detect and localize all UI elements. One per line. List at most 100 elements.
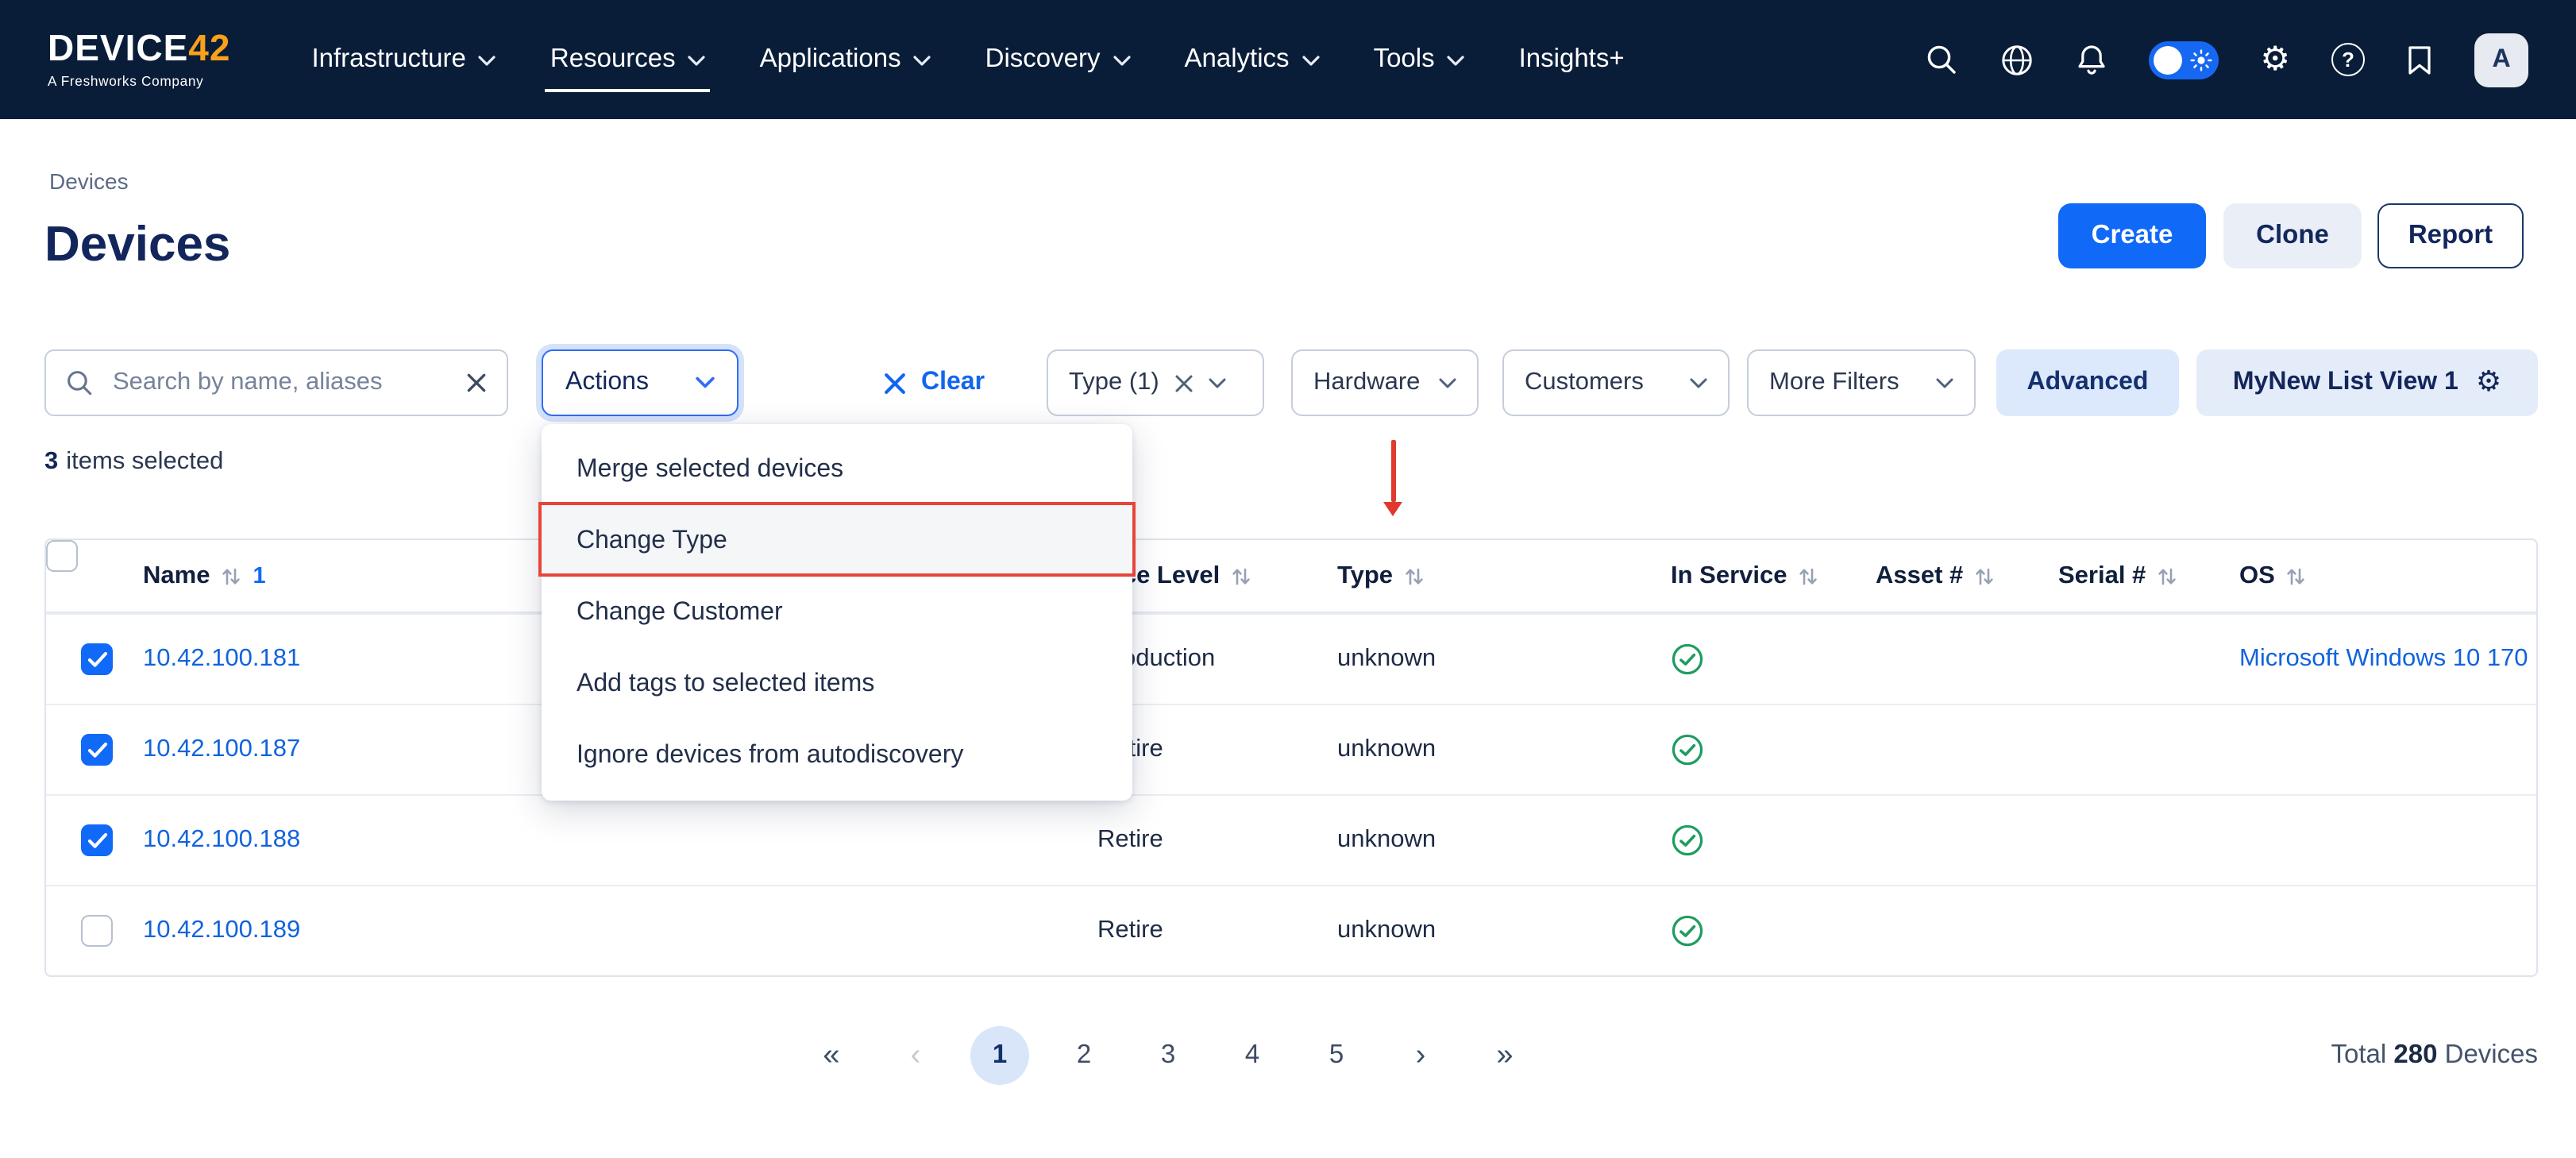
list-view-gear-icon[interactable]: ⚙	[2476, 369, 2501, 397]
search-icon	[65, 369, 94, 397]
hardware-filter-dropdown[interactable]: Hardware	[1291, 349, 1479, 416]
table-header-row: Name 1 Service Level Type In Service Ass…	[46, 540, 2536, 613]
search-box	[44, 349, 508, 416]
table-row: 10.42.100.181 Production unknown Microso…	[46, 613, 2536, 704]
menu-item-merge-selected-devices[interactable]: Merge selected devices	[542, 434, 1132, 505]
column-header-serial[interactable]: Serial #	[2058, 562, 2177, 590]
nav-resources[interactable]: Resources	[523, 0, 733, 119]
clear-filters-button[interactable]: Clear	[883, 349, 985, 416]
pagination-page-2[interactable]: 2	[1055, 1026, 1113, 1085]
pagination-last[interactable]: »	[1475, 1026, 1534, 1085]
chevron-down-icon	[688, 56, 706, 67]
pagination-page-1[interactable]: 1	[970, 1026, 1029, 1085]
page-title: Devices	[44, 216, 230, 273]
clear-x-icon	[883, 371, 907, 395]
select-all-checkbox[interactable]	[46, 540, 78, 572]
menu-item-change-type[interactable]: Change Type	[542, 505, 1132, 577]
sort-icon	[1799, 565, 1819, 587]
total-count: Total 280 Devices	[2331, 1040, 2538, 1071]
row-checkbox[interactable]	[81, 824, 113, 856]
search-input[interactable]	[110, 367, 449, 399]
create-button[interactable]: Create	[2058, 203, 2206, 268]
column-header-type[interactable]: Type	[1337, 562, 1425, 590]
type-cell: unknown	[1337, 735, 1436, 764]
help-icon[interactable]: ?	[2331, 43, 2365, 76]
list-view-button[interactable]: MyNew List View 1 ⚙	[2196, 349, 2538, 416]
more-filters-dropdown[interactable]: More Filters	[1747, 349, 1976, 416]
sort-icon	[2157, 565, 2177, 587]
menu-item-add-tags[interactable]: Add tags to selected items	[542, 648, 1132, 720]
sort-icon	[221, 565, 241, 587]
device-name-link[interactable]: 10.42.100.181	[143, 645, 300, 674]
row-checkbox[interactable]	[81, 915, 113, 947]
search-icon[interactable]	[1925, 43, 1958, 76]
row-checkbox[interactable]	[81, 734, 113, 766]
device42-logo[interactable]: DEVICE42 A Freshworks Company	[48, 30, 230, 89]
menu-item-ignore-devices[interactable]: Ignore devices from autodiscovery	[542, 720, 1132, 791]
row-checkbox[interactable]	[81, 643, 113, 675]
nav-insights[interactable]: Insights+	[1492, 0, 1652, 119]
theme-toggle[interactable]	[2149, 41, 2219, 79]
nav-tools[interactable]: Tools	[1347, 0, 1492, 119]
nav-discovery[interactable]: Discovery	[958, 0, 1158, 119]
pagination-prev[interactable]: ‹	[886, 1026, 945, 1085]
chevron-down-icon	[479, 56, 496, 67]
pagination-page-5[interactable]: 5	[1307, 1026, 1366, 1085]
report-button[interactable]: Report	[2377, 203, 2524, 268]
in-service-check-icon	[1671, 914, 1704, 948]
pagination: « ‹ 1 2 3 4 5 › »	[802, 1026, 1534, 1085]
chevron-down-icon	[1302, 56, 1320, 67]
table-row: 10.42.100.188 Retire unknown	[46, 794, 2536, 885]
remove-type-filter-icon[interactable]	[1174, 372, 1194, 393]
column-header-in-service[interactable]: In Service	[1671, 562, 1819, 590]
type-cell: unknown	[1337, 645, 1436, 674]
in-service-check-icon	[1671, 824, 1704, 857]
pagination-first[interactable]: «	[802, 1026, 861, 1085]
bookmark-icon[interactable]	[2406, 44, 2433, 75]
settings-gear-icon[interactable]: ⚙	[2260, 43, 2290, 76]
nav-analytics[interactable]: Analytics	[1158, 0, 1347, 119]
service-level-cell: Retire	[1097, 826, 1163, 855]
sort-icon	[1974, 565, 1995, 587]
pagination-next[interactable]: ›	[1391, 1026, 1450, 1085]
os-link[interactable]: Microsoft Windows 10 170	[2239, 645, 2536, 674]
sun-icon	[2190, 48, 2212, 71]
sort-icon	[1231, 565, 1251, 587]
menu-item-change-customer[interactable]: Change Customer	[542, 577, 1132, 648]
sort-icon	[2286, 565, 2307, 587]
chevron-down-icon	[1113, 56, 1131, 67]
device-name-link[interactable]: 10.42.100.189	[143, 917, 300, 945]
notifications-bell-icon[interactable]	[2076, 43, 2107, 76]
device-name-link[interactable]: 10.42.100.188	[143, 826, 300, 855]
toggle-knob	[2154, 45, 2182, 74]
column-header-name[interactable]: Name 1	[143, 562, 266, 590]
globe-icon[interactable]	[1999, 42, 2034, 77]
clone-button[interactable]: Clone	[2223, 203, 2362, 268]
type-cell: unknown	[1337, 917, 1436, 945]
column-header-asset[interactable]: Asset #	[1876, 562, 1995, 590]
column-header-os[interactable]: OS	[2239, 562, 2307, 590]
nav-infrastructure[interactable]: Infrastructure	[284, 0, 523, 119]
in-service-check-icon	[1671, 733, 1704, 766]
advanced-button[interactable]: Advanced	[1996, 349, 2179, 416]
chevron-down-icon	[696, 376, 715, 389]
annotation-arrow	[1382, 440, 1404, 516]
devices-table: Name 1 Service Level Type In Service Ass…	[44, 538, 2538, 977]
chevron-down-icon	[1439, 377, 1456, 388]
type-filter-chip[interactable]: Type (1)	[1047, 349, 1264, 416]
clear-search-icon[interactable]	[465, 372, 488, 394]
pagination-page-4[interactable]: 4	[1223, 1026, 1282, 1085]
chevron-down-icon	[1936, 377, 1953, 388]
device-name-link[interactable]: 10.42.100.187	[143, 735, 300, 764]
sort-order-badge: 1	[253, 563, 265, 589]
avatar[interactable]: A	[2474, 33, 2528, 87]
customers-filter-dropdown[interactable]: Customers	[1502, 349, 1730, 416]
chevron-down-icon	[1448, 56, 1465, 67]
filter-toolbar: Actions Clear Type (1) Hardware Customer…	[0, 349, 2576, 416]
breadcrumb[interactable]: Devices	[49, 168, 129, 194]
logo-wordmark: DEVICE42	[48, 30, 230, 67]
service-level-cell: Retire	[1097, 917, 1163, 945]
actions-dropdown[interactable]: Actions	[542, 349, 738, 416]
pagination-page-3[interactable]: 3	[1139, 1026, 1197, 1085]
nav-applications[interactable]: Applications	[733, 0, 958, 119]
